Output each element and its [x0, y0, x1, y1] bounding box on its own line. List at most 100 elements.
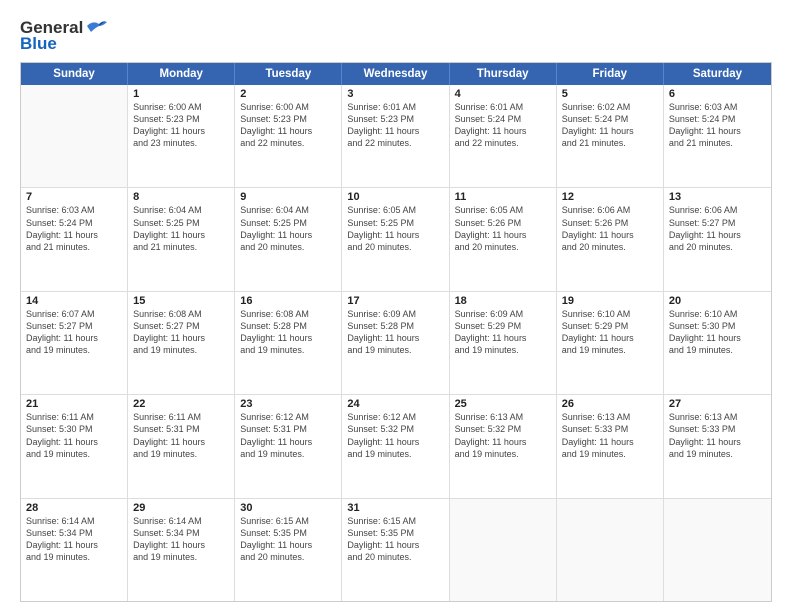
cell-info-line: and 19 minutes. — [669, 448, 766, 460]
cell-info-line: Sunset: 5:24 PM — [455, 113, 551, 125]
header: General Blue — [20, 18, 772, 54]
calendar-day-23: 23Sunrise: 6:12 AMSunset: 5:31 PMDayligh… — [235, 395, 342, 497]
calendar-day-16: 16Sunrise: 6:08 AMSunset: 5:28 PMDayligh… — [235, 292, 342, 394]
cell-info-line: and 19 minutes. — [133, 344, 229, 356]
calendar-row-0: 1Sunrise: 6:00 AMSunset: 5:23 PMDaylight… — [21, 85, 771, 188]
day-number: 12 — [562, 191, 658, 203]
day-number: 23 — [240, 398, 336, 410]
cell-info-line: Sunrise: 6:01 AM — [347, 101, 443, 113]
cell-info-line: Sunset: 5:32 PM — [347, 423, 443, 435]
calendar: SundayMondayTuesdayWednesdayThursdayFrid… — [20, 62, 772, 602]
cell-info-line: Sunrise: 6:15 AM — [347, 515, 443, 527]
day-number: 8 — [133, 191, 229, 203]
cell-info-line: and 19 minutes. — [133, 551, 229, 563]
cell-info-line: Sunrise: 6:09 AM — [347, 308, 443, 320]
calendar-day-4: 4Sunrise: 6:01 AMSunset: 5:24 PMDaylight… — [450, 85, 557, 187]
calendar-row-3: 21Sunrise: 6:11 AMSunset: 5:30 PMDayligh… — [21, 395, 771, 498]
cell-info-line: Sunset: 5:26 PM — [455, 217, 551, 229]
cell-info-line: Daylight: 11 hours — [26, 436, 122, 448]
cell-info-line: Sunrise: 6:10 AM — [562, 308, 658, 320]
logo: General Blue — [20, 18, 107, 54]
cell-info-line: Sunrise: 6:02 AM — [562, 101, 658, 113]
cell-info-line: and 19 minutes. — [26, 551, 122, 563]
cell-info-line: Daylight: 11 hours — [26, 332, 122, 344]
cell-info-line: and 19 minutes. — [240, 448, 336, 460]
day-number: 22 — [133, 398, 229, 410]
cell-info-line: and 19 minutes. — [347, 448, 443, 460]
cell-info-line: Daylight: 11 hours — [562, 332, 658, 344]
cell-info-line: and 20 minutes. — [240, 551, 336, 563]
cell-info-line: Daylight: 11 hours — [240, 229, 336, 241]
calendar-day-26: 26Sunrise: 6:13 AMSunset: 5:33 PMDayligh… — [557, 395, 664, 497]
cell-info-line: Sunrise: 6:09 AM — [455, 308, 551, 320]
cell-info-line: Sunrise: 6:14 AM — [26, 515, 122, 527]
calendar-day-10: 10Sunrise: 6:05 AMSunset: 5:25 PMDayligh… — [342, 188, 449, 290]
cell-info-line: Daylight: 11 hours — [347, 125, 443, 137]
cell-info-line: Sunrise: 6:12 AM — [347, 411, 443, 423]
calendar-day-2: 2Sunrise: 6:00 AMSunset: 5:23 PMDaylight… — [235, 85, 342, 187]
cell-info-line: and 21 minutes. — [26, 241, 122, 253]
cell-info-line: Sunrise: 6:06 AM — [562, 204, 658, 216]
cell-info-line: Sunset: 5:30 PM — [26, 423, 122, 435]
cell-info-line: and 19 minutes. — [26, 448, 122, 460]
cell-info-line: Sunset: 5:27 PM — [133, 320, 229, 332]
day-number: 25 — [455, 398, 551, 410]
day-number: 9 — [240, 191, 336, 203]
cell-info-line: Daylight: 11 hours — [133, 125, 229, 137]
cell-info-line: and 23 minutes. — [133, 137, 229, 149]
cell-info-line: Sunrise: 6:00 AM — [240, 101, 336, 113]
cell-info-line: Daylight: 11 hours — [562, 125, 658, 137]
calendar-empty-cell — [450, 499, 557, 601]
cell-info-line: Sunrise: 6:01 AM — [455, 101, 551, 113]
cell-info-line: Daylight: 11 hours — [347, 436, 443, 448]
cell-info-line: Sunset: 5:25 PM — [347, 217, 443, 229]
cell-info-line: Sunset: 5:26 PM — [562, 217, 658, 229]
cell-info-line: Sunrise: 6:00 AM — [133, 101, 229, 113]
weekday-header-monday: Monday — [128, 63, 235, 85]
day-number: 2 — [240, 88, 336, 100]
cell-info-line: and 21 minutes. — [669, 137, 766, 149]
calendar-day-17: 17Sunrise: 6:09 AMSunset: 5:28 PMDayligh… — [342, 292, 449, 394]
cell-info-line: and 20 minutes. — [347, 551, 443, 563]
day-number: 21 — [26, 398, 122, 410]
calendar-empty-cell — [664, 499, 771, 601]
cell-info-line: Daylight: 11 hours — [133, 436, 229, 448]
calendar-day-3: 3Sunrise: 6:01 AMSunset: 5:23 PMDaylight… — [342, 85, 449, 187]
cell-info-line: Daylight: 11 hours — [26, 229, 122, 241]
cell-info-line: Sunset: 5:27 PM — [26, 320, 122, 332]
day-number: 1 — [133, 88, 229, 100]
day-number: 28 — [26, 502, 122, 514]
weekday-header-tuesday: Tuesday — [235, 63, 342, 85]
cell-info-line: Sunset: 5:33 PM — [562, 423, 658, 435]
cell-info-line: Sunrise: 6:13 AM — [669, 411, 766, 423]
cell-info-line: Daylight: 11 hours — [455, 125, 551, 137]
logo-bird-icon — [85, 18, 107, 34]
cell-info-line: Daylight: 11 hours — [669, 125, 766, 137]
cell-info-line: and 20 minutes. — [562, 241, 658, 253]
calendar-day-5: 5Sunrise: 6:02 AMSunset: 5:24 PMDaylight… — [557, 85, 664, 187]
calendar-day-19: 19Sunrise: 6:10 AMSunset: 5:29 PMDayligh… — [557, 292, 664, 394]
cell-info-line: Daylight: 11 hours — [455, 229, 551, 241]
day-number: 5 — [562, 88, 658, 100]
calendar-day-25: 25Sunrise: 6:13 AMSunset: 5:32 PMDayligh… — [450, 395, 557, 497]
cell-info-line: Sunset: 5:34 PM — [133, 527, 229, 539]
calendar-day-30: 30Sunrise: 6:15 AMSunset: 5:35 PMDayligh… — [235, 499, 342, 601]
calendar-day-31: 31Sunrise: 6:15 AMSunset: 5:35 PMDayligh… — [342, 499, 449, 601]
cell-info-line: Sunrise: 6:04 AM — [133, 204, 229, 216]
cell-info-line: Sunset: 5:31 PM — [240, 423, 336, 435]
cell-info-line: and 19 minutes. — [455, 448, 551, 460]
calendar-day-1: 1Sunrise: 6:00 AMSunset: 5:23 PMDaylight… — [128, 85, 235, 187]
cell-info-line: Sunrise: 6:07 AM — [26, 308, 122, 320]
day-number: 24 — [347, 398, 443, 410]
cell-info-line: Sunset: 5:34 PM — [26, 527, 122, 539]
day-number: 7 — [26, 191, 122, 203]
day-number: 13 — [669, 191, 766, 203]
calendar-day-8: 8Sunrise: 6:04 AMSunset: 5:25 PMDaylight… — [128, 188, 235, 290]
calendar-empty-cell — [21, 85, 128, 187]
day-number: 17 — [347, 295, 443, 307]
calendar-day-29: 29Sunrise: 6:14 AMSunset: 5:34 PMDayligh… — [128, 499, 235, 601]
cell-info-line: Sunset: 5:25 PM — [240, 217, 336, 229]
cell-info-line: Sunset: 5:28 PM — [240, 320, 336, 332]
calendar-day-21: 21Sunrise: 6:11 AMSunset: 5:30 PMDayligh… — [21, 395, 128, 497]
cell-info-line: Daylight: 11 hours — [347, 229, 443, 241]
